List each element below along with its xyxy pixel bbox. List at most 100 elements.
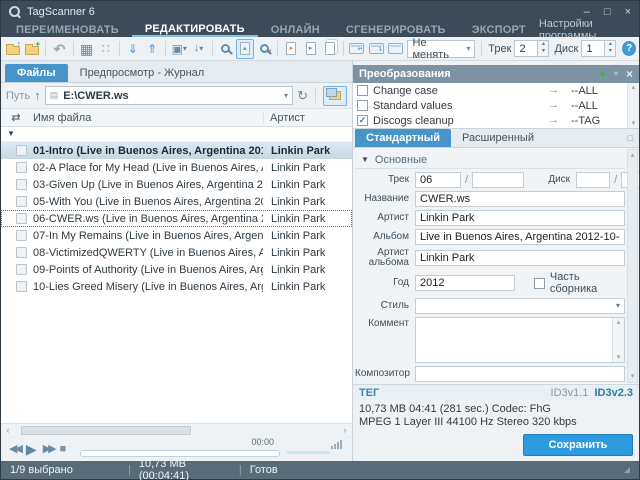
- search-button[interactable]: [217, 39, 235, 59]
- menu-generate[interactable]: СГЕНЕРИРОВАТЬ: [333, 23, 459, 37]
- album-art-button[interactable]: [386, 39, 404, 59]
- player-bar: 00:00: [1, 436, 352, 461]
- disc-spinner-buttons[interactable]: [605, 40, 616, 57]
- scrollbar-thumb[interactable]: [21, 426, 191, 435]
- table-row[interactable]: 09-Points of Authority (Live in Buenos A…: [1, 261, 352, 278]
- close-button[interactable]: ×: [625, 6, 631, 18]
- table-row[interactable]: 07-In My Remains (Live in Buenos Aires, …: [1, 227, 352, 244]
- scroll-right-icon[interactable]: [344, 426, 347, 435]
- volume-control[interactable]: [286, 436, 344, 461]
- artist-input[interactable]: [415, 210, 625, 226]
- path-combobox[interactable]: E:\CWER.ws: [45, 86, 293, 105]
- track-input[interactable]: [415, 172, 461, 188]
- table-row[interactable]: 10-Lies Greed Misery (Live in Buenos Air…: [1, 278, 352, 295]
- disc-spinner-value[interactable]: 1: [581, 40, 605, 57]
- save-tag-button[interactable]: [367, 39, 385, 59]
- section-main[interactable]: Основные: [355, 151, 625, 169]
- disc-input[interactable]: [576, 172, 610, 188]
- menu-online[interactable]: ОНЛАЙН: [258, 23, 333, 37]
- table-row[interactable]: 01-Intro (Live in Buenos Aires, Argentin…: [1, 142, 352, 159]
- expand-panel-icon[interactable]: [628, 134, 633, 143]
- track-spinner-value[interactable]: 2: [514, 40, 538, 57]
- genre-select[interactable]: [415, 298, 625, 314]
- close-panel-icon[interactable]: [626, 68, 633, 80]
- menu-edit[interactable]: РЕДАКТИРОВАТЬ: [132, 23, 258, 37]
- checkbox-unchecked[interactable]: [357, 85, 368, 96]
- column-filename[interactable]: Имя файла: [31, 112, 263, 124]
- disc-label: Диск: [554, 43, 578, 55]
- transform-item[interactable]: Change case --ALL: [353, 83, 627, 98]
- id3v1-badge: ID3v1.1: [551, 387, 589, 399]
- table-row[interactable]: 08-VictimizedQWERTY (Live in Buenos Aire…: [1, 244, 352, 261]
- table-row[interactable]: 05-With You (Live in Buenos Aires, Argen…: [1, 193, 352, 210]
- play-button[interactable]: [26, 441, 37, 457]
- tab-files[interactable]: Файлы: [5, 64, 68, 82]
- column-artist[interactable]: Артист: [263, 112, 352, 124]
- transform-menu-icon[interactable]: [614, 70, 618, 78]
- seek-bar[interactable]: [80, 450, 280, 457]
- copy-tags-button[interactable]: [321, 39, 339, 59]
- rewind-button[interactable]: [9, 443, 20, 455]
- parent-folder-icon[interactable]: [34, 89, 41, 102]
- undo-button[interactable]: [50, 39, 68, 59]
- checkbox-checked[interactable]: [357, 115, 368, 126]
- sort-button[interactable]: [189, 39, 207, 59]
- add-folder-button[interactable]: [23, 39, 41, 59]
- filter-row[interactable]: [1, 127, 352, 142]
- menu-export[interactable]: ЭКСПОРТ: [459, 23, 539, 37]
- save-button[interactable]: Сохранить: [523, 434, 633, 456]
- form-scrollbar[interactable]: [627, 149, 638, 383]
- horizontal-scrollbar[interactable]: [1, 423, 352, 436]
- forward-button[interactable]: [43, 443, 54, 455]
- album-artist-input[interactable]: [415, 250, 625, 266]
- move-down-button[interactable]: [124, 39, 142, 59]
- open-folder-button[interactable]: [4, 39, 22, 59]
- deselect-all-button[interactable]: [97, 39, 115, 59]
- composer-input[interactable]: [415, 366, 625, 382]
- selection-mode-button[interactable]: [170, 39, 188, 59]
- add-transform-icon[interactable]: [599, 68, 606, 80]
- transform-item[interactable]: Discogs cleanup --TAG: [353, 113, 627, 128]
- select-all-button[interactable]: [77, 39, 95, 59]
- preview-panel-button[interactable]: [236, 39, 254, 59]
- clear-search-button[interactable]: [255, 39, 273, 59]
- editor-tabs: Стандартный Расширенный: [353, 129, 639, 148]
- status-state: Готов: [250, 464, 278, 476]
- help-button[interactable]: [622, 41, 636, 56]
- move-up-button[interactable]: [143, 39, 161, 59]
- stop-button[interactable]: [60, 443, 67, 455]
- album-input[interactable]: [415, 229, 625, 245]
- volume-slider[interactable]: [286, 451, 330, 454]
- load-tag-button[interactable]: [348, 39, 366, 59]
- menu-rename[interactable]: ПЕРЕИМЕНОВАТЬ: [3, 23, 132, 37]
- play-file-button[interactable]: [282, 39, 300, 59]
- table-row[interactable]: 03-Given Up (Live in Buenos Aires, Argen…: [1, 176, 352, 193]
- path-value: E:\CWER.ws: [63, 90, 279, 102]
- table-row[interactable]: 06-CWER.ws (Live in Buenos Aires, Argent…: [1, 210, 352, 227]
- file-info-button[interactable]: [301, 39, 319, 59]
- transform-scrollbar[interactable]: [627, 83, 639, 128]
- resize-grip[interactable]: [624, 466, 630, 474]
- minimize-button[interactable]: –: [584, 6, 590, 18]
- folder-tree-button[interactable]: [323, 86, 347, 106]
- maximize-button[interactable]: □: [604, 6, 611, 18]
- scroll-left-icon[interactable]: [7, 426, 10, 435]
- table-row[interactable]: 02-A Place for My Head (Live in Buenos A…: [1, 159, 352, 176]
- comment-scrollbar[interactable]: [612, 318, 624, 362]
- shuffle-icon[interactable]: [11, 113, 20, 124]
- year-input[interactable]: [415, 275, 515, 291]
- transform-item[interactable]: Standard values --ALL: [353, 98, 627, 113]
- checkbox-unchecked[interactable]: [357, 100, 368, 111]
- refresh-icon[interactable]: [297, 89, 308, 102]
- tab-standard[interactable]: Стандартный: [355, 129, 451, 147]
- tab-preview-journal[interactable]: Предпросмотр - Журнал: [68, 64, 217, 82]
- program-settings-link[interactable]: Настройки программы: [539, 23, 637, 37]
- transform-header: Преобразования: [353, 65, 639, 83]
- comment-textarea[interactable]: [415, 317, 625, 363]
- track-spinner-buttons[interactable]: [538, 40, 549, 57]
- tab-advanced[interactable]: Расширенный: [451, 129, 545, 147]
- compilation-checkbox[interactable]: [534, 278, 545, 289]
- title-input[interactable]: [415, 191, 625, 207]
- tag-version-dropdown[interactable]: Не менять: [407, 40, 475, 58]
- track-total-input[interactable]: [472, 172, 524, 188]
